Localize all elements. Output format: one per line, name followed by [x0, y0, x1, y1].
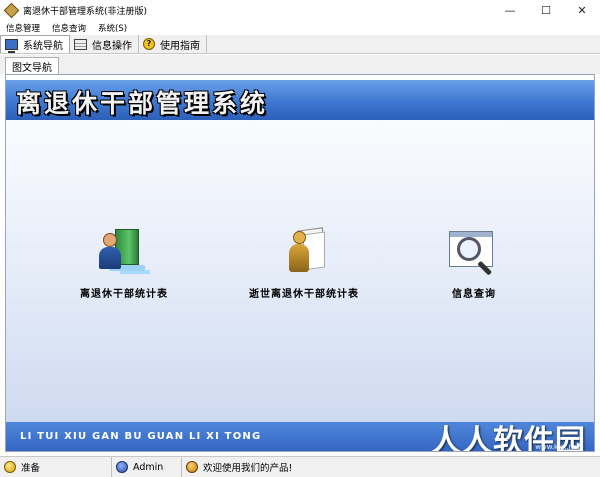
admin-icon: [116, 461, 128, 473]
welcome-icon: [186, 461, 198, 473]
retiree-stats-icon[interactable]: [97, 227, 151, 279]
footer-band: LI TUI XIU GAN BU GUAN LI XI TONG 人人软件园 …: [6, 422, 594, 451]
nav-deceased-stats[interactable]: 逝世离退休干部统计表: [234, 227, 374, 300]
banner-title: 离退休干部管理系统: [16, 89, 269, 118]
tab-user-guide-label: 使用指南: [160, 40, 200, 52]
banner: 离退休干部管理系统: [6, 80, 594, 120]
status-user-label: Admin: [133, 461, 164, 473]
window-controls: — ☐ ✕: [492, 0, 600, 20]
ready-icon: [4, 461, 16, 473]
nav-panel: 离退休干部管理系统 离退休干部统计表 逝世离退休干部统计表 信息查询 LI TU…: [5, 74, 595, 452]
menu-system[interactable]: 系统(S): [92, 22, 133, 34]
tab-graphic-nav[interactable]: 图文导航: [5, 57, 59, 74]
status-welcome-label: 欢迎使用我们的产品!: [203, 463, 293, 474]
nav-info-query[interactable]: 信息查询: [404, 227, 544, 300]
status-bar: 准备 Admin 欢迎使用我们的产品!: [0, 456, 600, 477]
toolbar: 系统导航 信息操作 ? 使用指南: [0, 35, 600, 54]
monitor-icon: [5, 39, 18, 53]
status-welcome: 欢迎使用我们的产品!: [182, 457, 342, 477]
nav-info-query-label[interactable]: 信息查询: [452, 285, 496, 300]
nav-retiree-stats-label[interactable]: 离退休干部统计表: [80, 285, 168, 300]
tab-user-guide[interactable]: ? 使用指南: [139, 35, 207, 53]
window-title: 离退休干部管理系统(非注册版): [23, 6, 148, 17]
status-ready: 准备: [0, 457, 112, 477]
tab-system-nav[interactable]: 系统导航: [0, 35, 70, 53]
tab-info-operation-label: 信息操作: [92, 40, 132, 52]
grid-icon: [74, 38, 87, 50]
title-bar: 离退休干部管理系统(非注册版) — ☐ ✕: [0, 0, 600, 20]
search-icon[interactable]: [447, 227, 501, 279]
menu-info-manage[interactable]: 信息管理: [0, 22, 46, 34]
status-user: Admin: [112, 457, 182, 477]
app-icon: [5, 4, 17, 16]
close-button[interactable]: ✕: [564, 0, 600, 20]
footer-pinyin: LI TUI XIU GAN BU GUAN LI XI TONG: [20, 431, 262, 442]
menu-bar: 信息管理 信息查询 系统(S): [0, 20, 600, 35]
minimize-button[interactable]: —: [492, 0, 528, 20]
nav-retiree-stats[interactable]: 离退休干部统计表: [54, 227, 194, 300]
help-icon: ?: [143, 38, 155, 50]
tab-info-operation[interactable]: 信息操作: [70, 35, 139, 53]
maximize-button[interactable]: ☐: [528, 0, 564, 20]
deceased-stats-icon[interactable]: [277, 227, 331, 279]
watermark-url: www.kkx.net: [535, 443, 580, 451]
status-ready-label: 准备: [21, 463, 41, 474]
subtab-bar: 图文导航: [0, 55, 600, 74]
nav-deceased-stats-label[interactable]: 逝世离退休干部统计表: [249, 285, 359, 300]
menu-info-query[interactable]: 信息查询: [46, 22, 92, 34]
tab-system-nav-label: 系统导航: [23, 41, 63, 52]
